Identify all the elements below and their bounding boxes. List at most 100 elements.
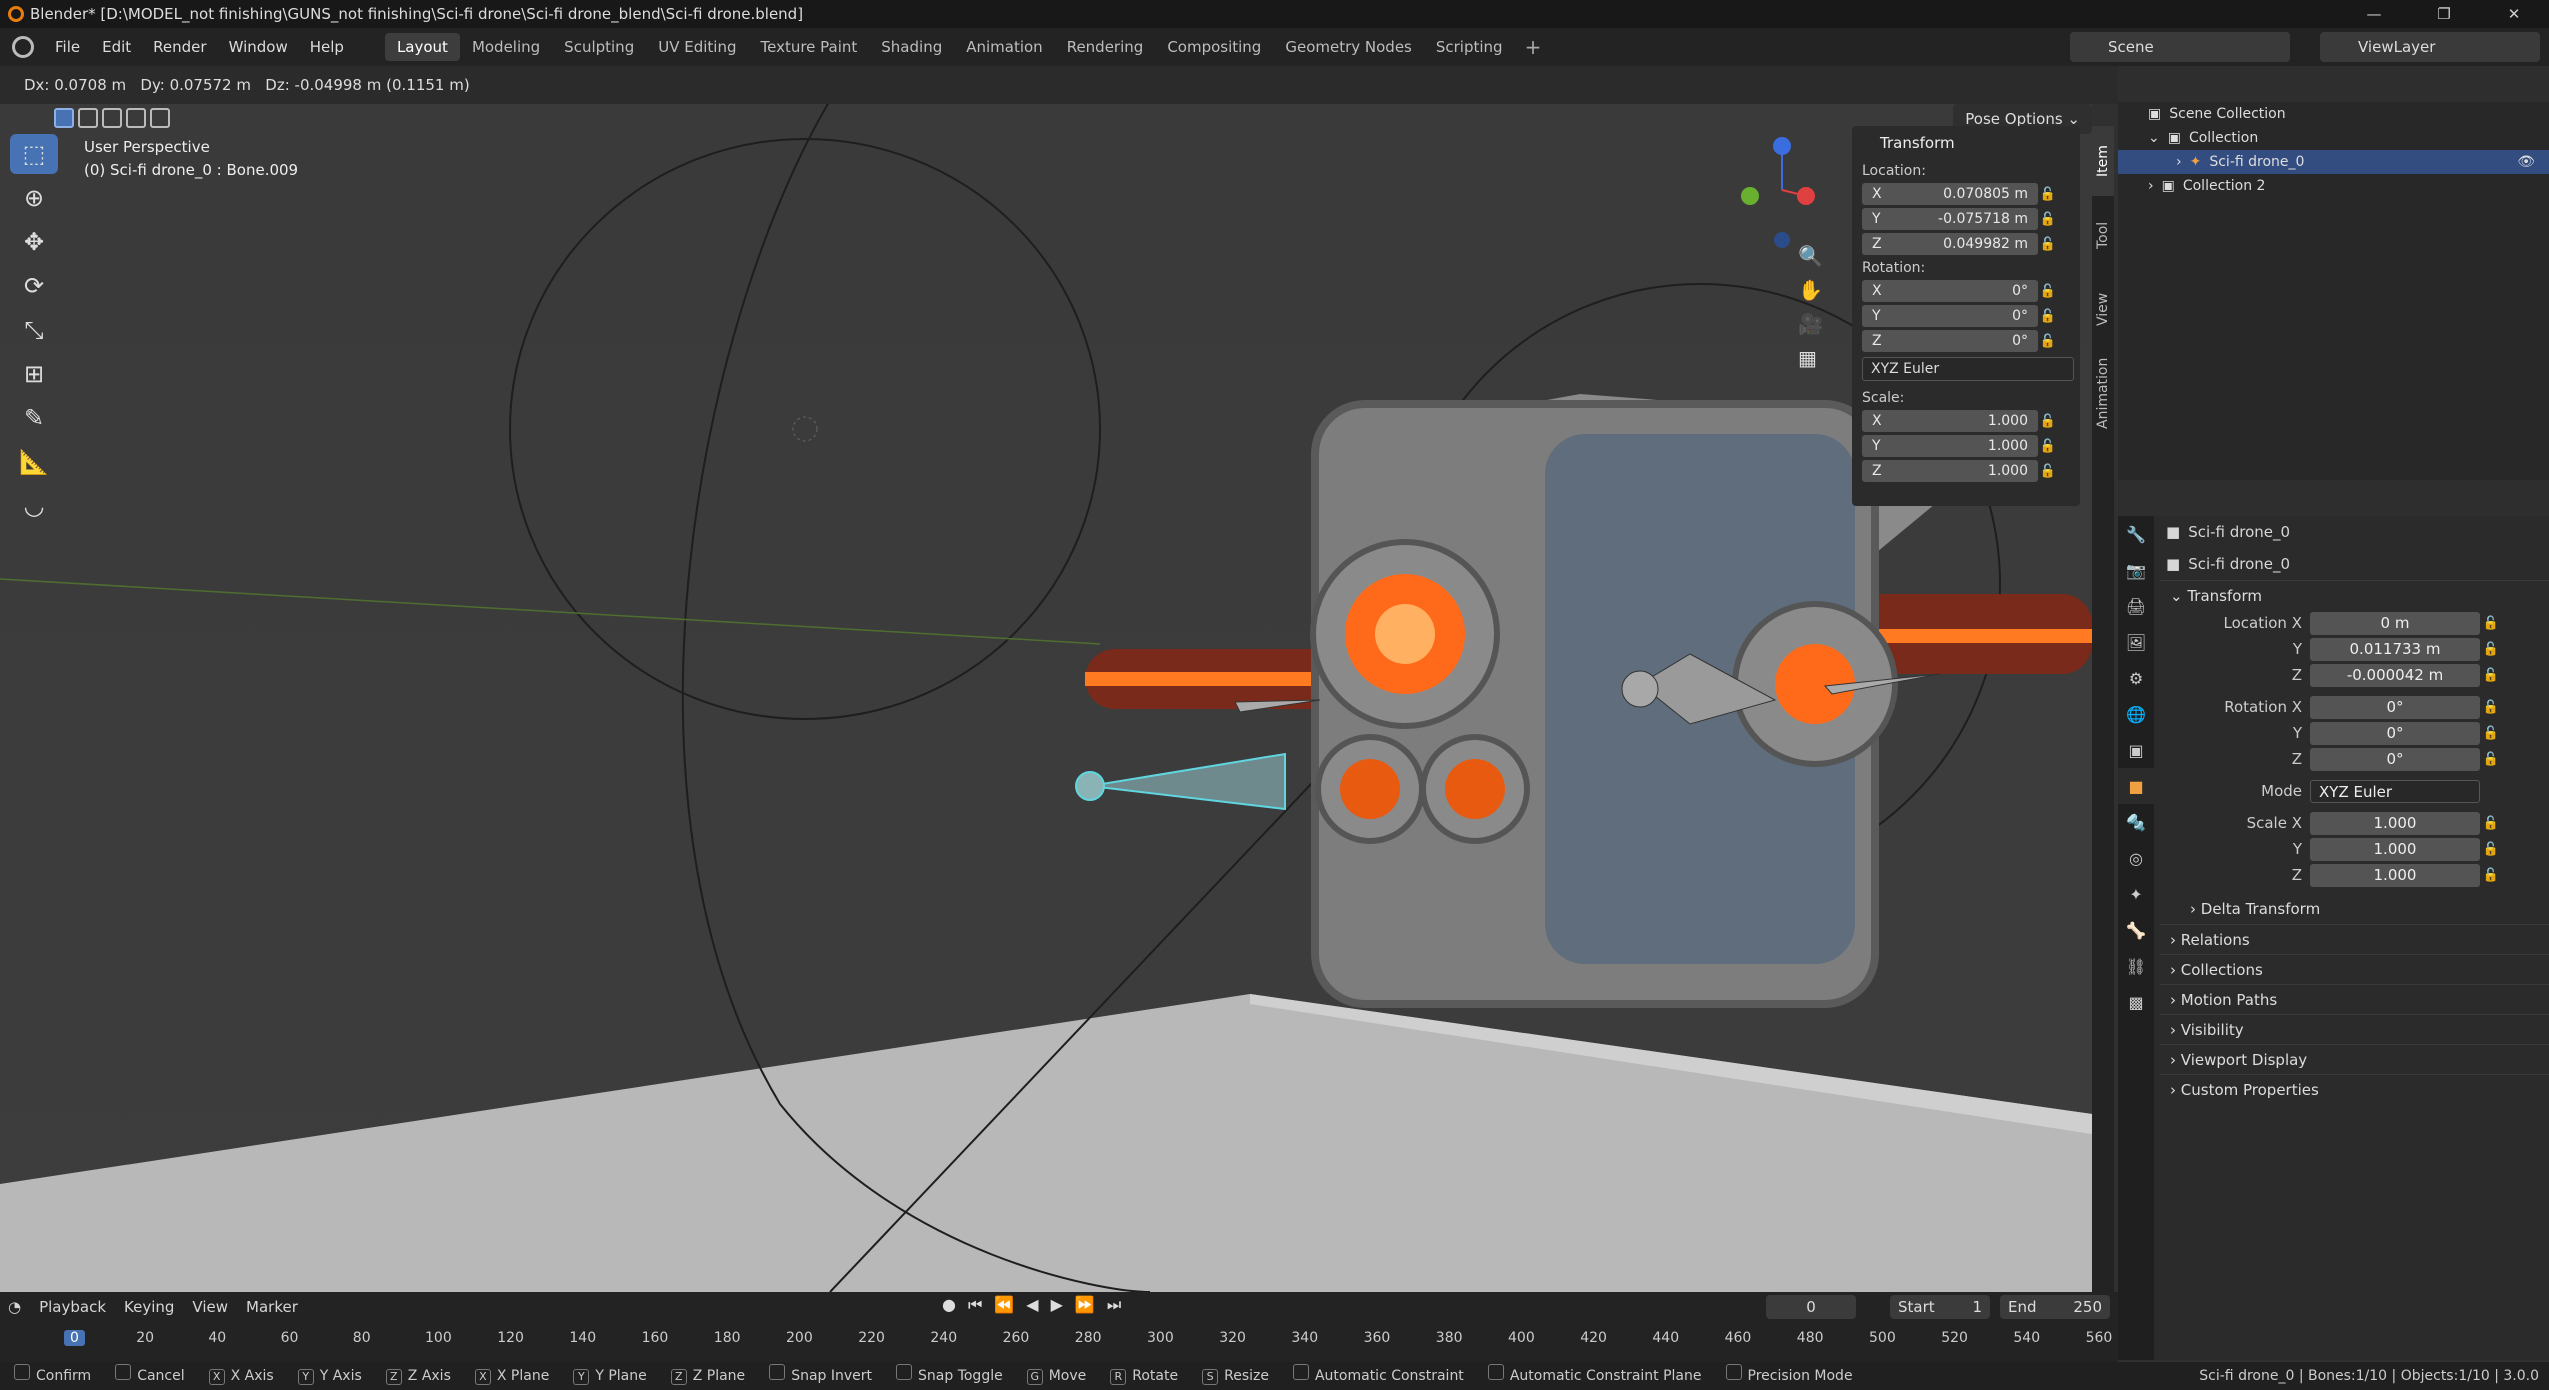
frame-ruler[interactable]: 0 20 40 60 80 100 120 140 160 180 200 220 240 260 280 3…: [0, 1328, 2118, 1352]
npanel-transform-header[interactable]: Transform: [1852, 126, 2080, 160]
rotation-mode-dropdown[interactable]: XYZ Euler: [1862, 357, 2074, 381]
lock-icon[interactable]: 🔓: [2480, 842, 2502, 857]
viewport-display-section[interactable]: › Viewport Display: [2160, 1044, 2549, 1074]
lock-icon[interactable]: 🔓: [2038, 464, 2058, 479]
lock-icon[interactable]: 🔓: [2038, 334, 2058, 349]
tab-rendering[interactable]: Rendering: [1055, 33, 1156, 61]
prop-rotation-y[interactable]: 0°: [2310, 721, 2480, 745]
selected-bone-head[interactable]: [1075, 771, 1105, 801]
marker-menu[interactable]: Marker: [246, 1298, 298, 1316]
cursor-tool[interactable]: ⊕: [10, 178, 58, 218]
tab-layout[interactable]: Layout: [384, 33, 460, 61]
lock-icon[interactable]: 🔓: [2038, 414, 2058, 429]
gizmo-x-axis-icon[interactable]: [1797, 187, 1815, 205]
editor-type-icon[interactable]: ◔: [8, 1298, 21, 1316]
prop-scale-z[interactable]: 1.000: [2310, 863, 2480, 887]
object-props-icon[interactable]: ■: [2118, 768, 2154, 804]
modifier-props-icon[interactable]: 🔩: [2118, 804, 2154, 840]
menu-render[interactable]: Render: [142, 38, 217, 56]
tab-item[interactable]: Item: [2092, 126, 2114, 196]
move-tool[interactable]: ✥: [10, 222, 58, 262]
gizmo-z-axis-icon[interactable]: [1773, 137, 1791, 155]
collection-props-icon[interactable]: ▣: [2118, 732, 2154, 768]
bone-constraint-props-icon[interactable]: ⛓: [2118, 948, 2154, 984]
tool-props-icon[interactable]: 🔧: [2118, 516, 2154, 552]
lock-icon[interactable]: 🔓: [2480, 668, 2502, 683]
visibility-section[interactable]: › Visibility: [2160, 1014, 2549, 1044]
lock-icon[interactable]: 🔓: [2038, 439, 2058, 454]
rotation-mode-select[interactable]: XYZ Euler: [2310, 779, 2480, 803]
tab-scripting[interactable]: Scripting: [1424, 33, 1515, 61]
location-x-field[interactable]: X 0.070805 m: [1862, 183, 2038, 205]
gizmo-y-axis-icon[interactable]: [1741, 187, 1759, 205]
tab-uv-editing[interactable]: UV Editing: [646, 33, 748, 61]
prop-location-x[interactable]: 0 m: [2310, 611, 2480, 635]
outliner-collection[interactable]: ⌄ ▣ Collection: [2118, 126, 2549, 150]
keying-menu[interactable]: Keying: [124, 1298, 174, 1316]
physics-props-icon[interactable]: ◎: [2118, 840, 2154, 876]
navigation-gizmo[interactable]: [1730, 134, 1850, 254]
jump-key-back-icon[interactable]: ⏪: [994, 1295, 1014, 1315]
motion-paths-section[interactable]: › Motion Paths: [2160, 984, 2549, 1014]
scale-x-field[interactable]: X 1.000: [1862, 410, 2038, 432]
object-name-row[interactable]: ■ Sci-fi drone_0: [2160, 516, 2549, 548]
annotate-tool[interactable]: ✎: [10, 398, 58, 438]
blender-menu-icon[interactable]: [12, 36, 34, 58]
lock-icon[interactable]: 🔓: [2480, 642, 2502, 657]
chevron-right-icon[interactable]: ›: [2148, 174, 2154, 198]
3d-viewport[interactable]: Pose Options ⌄ ⬚ ⊕ ✥ ⟳ ⤡ ⊞ ✎ 📐 ◡ User Pe…: [0, 104, 2092, 1292]
prop-rotation-z[interactable]: 0°: [2310, 747, 2480, 771]
gizmo-neg-z-icon[interactable]: [1774, 232, 1790, 248]
tab-compositing[interactable]: Compositing: [1155, 33, 1273, 61]
tab-tool[interactable]: Tool: [2092, 200, 2114, 270]
start-frame-field[interactable]: Start 1: [1890, 1295, 1990, 1319]
delta-transform-section[interactable]: › Delta Transform: [2160, 894, 2549, 924]
outliner-object-row[interactable]: › ✦ Sci-fi drone_0 👁: [2118, 150, 2549, 174]
output-props-icon[interactable]: 🖨: [2118, 588, 2154, 624]
play-icon[interactable]: ▶: [1051, 1295, 1063, 1315]
tab-geometry-nodes[interactable]: Geometry Nodes: [1273, 33, 1424, 61]
scale-z-field[interactable]: Z 1.000: [1862, 460, 2038, 482]
tab-animation-side[interactable]: Animation: [2092, 348, 2114, 438]
viewlayer-selector[interactable]: ViewLayer: [2320, 32, 2540, 62]
zoom-icon[interactable]: 🔍: [1798, 244, 1823, 268]
lock-icon[interactable]: 🔓: [2038, 212, 2058, 227]
rotate-tool[interactable]: ⟳: [10, 266, 58, 306]
lock-icon[interactable]: 🔓: [2480, 816, 2502, 831]
rotation-z-field[interactable]: Z 0°: [1862, 330, 2038, 352]
view-layer-props-icon[interactable]: 🖼: [2118, 624, 2154, 660]
lock-icon[interactable]: 🔓: [2480, 616, 2502, 631]
scene-selector[interactable]: Scene: [2070, 32, 2290, 62]
measure-tool[interactable]: 📐: [10, 442, 58, 482]
bone-props-icon[interactable]: 🦴: [2118, 912, 2154, 948]
location-y-field[interactable]: Y -0.075718 m: [1862, 208, 2038, 230]
chevron-right-icon[interactable]: ›: [2176, 150, 2182, 174]
jump-key-forward-icon[interactable]: ⏩: [1075, 1295, 1095, 1315]
tab-shading[interactable]: Shading: [869, 33, 954, 61]
collections-section[interactable]: › Collections: [2160, 954, 2549, 984]
outliner-scene-collection[interactable]: ▣ Scene Collection: [2118, 102, 2549, 126]
prop-scale-x[interactable]: 1.000: [2310, 811, 2480, 835]
menu-edit[interactable]: Edit: [91, 38, 142, 56]
custom-properties-section[interactable]: › Custom Properties: [2160, 1074, 2549, 1104]
location-z-field[interactable]: Z 0.049982 m: [1862, 233, 2038, 255]
prop-location-z[interactable]: -0.000042 m: [2310, 663, 2480, 687]
world-props-icon[interactable]: 🌐: [2118, 696, 2154, 732]
jump-start-icon[interactable]: ⏮: [968, 1295, 982, 1315]
minimize-button[interactable]: —: [2339, 0, 2409, 28]
select-box-tool[interactable]: ⬚: [10, 134, 58, 174]
end-frame-field[interactable]: End 250: [2000, 1295, 2110, 1319]
pan-hand-icon[interactable]: ✋: [1798, 278, 1823, 302]
prop-location-y[interactable]: 0.011733 m: [2310, 637, 2480, 661]
selected-bone[interactable]: [1089, 752, 1286, 811]
add-workspace-button[interactable]: +: [1515, 35, 1552, 59]
view-menu[interactable]: View: [192, 1298, 228, 1316]
camera-view-icon[interactable]: 🎥: [1798, 312, 1823, 336]
render-props-icon[interactable]: 📷: [2118, 552, 2154, 588]
menu-window[interactable]: Window: [218, 38, 299, 56]
record-icon[interactable]: ●: [942, 1295, 956, 1315]
bone-size-tool[interactable]: ◡: [10, 486, 58, 526]
close-window-button[interactable]: ✕: [2479, 0, 2549, 28]
playback-menu[interactable]: Playback: [39, 1298, 106, 1316]
transform-section-header[interactable]: ⌄ Transform: [2160, 580, 2549, 610]
